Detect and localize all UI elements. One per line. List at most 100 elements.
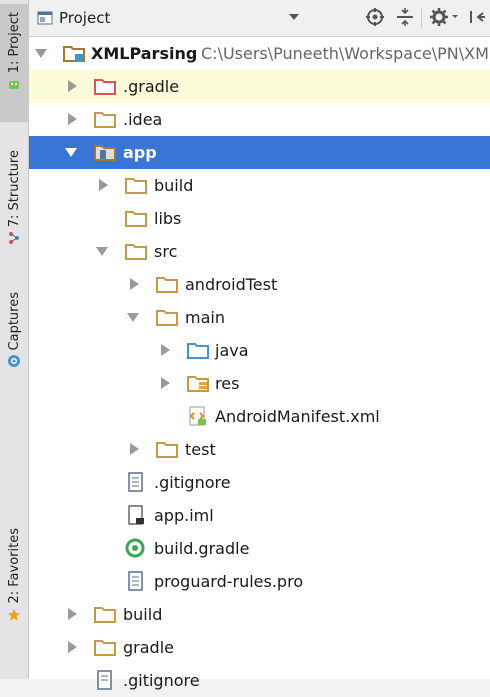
tree-item-label: .gradle xyxy=(123,77,180,96)
text-file-icon xyxy=(128,472,143,492)
module-folder-icon xyxy=(63,46,85,62)
gradle-file-icon xyxy=(125,538,145,558)
tree-row-res[interactable]: res xyxy=(29,367,490,400)
tree-row-main[interactable]: main xyxy=(29,301,490,334)
tree-item-label: .gitignore xyxy=(154,473,231,492)
tree-row-root-gitignore[interactable]: .gitignore xyxy=(29,664,490,697)
tree-item-label: app xyxy=(123,143,157,162)
tree-row-gradle[interactable]: gradle xyxy=(29,631,490,664)
hide-panel-button[interactable] xyxy=(467,7,487,27)
folder-icon xyxy=(125,211,147,227)
tab-favorites-label: 2: Favorites xyxy=(6,528,22,604)
project-panel: Project XMLParsing C:\Users\Puneeth\Work… xyxy=(29,0,490,690)
tree-row-app-iml[interactable]: app.iml xyxy=(29,499,490,532)
structure-icon xyxy=(9,232,19,245)
expand-arrow-icon[interactable] xyxy=(68,608,77,620)
star-icon xyxy=(8,608,20,621)
project-view-icon xyxy=(37,11,53,25)
tree-row-androidtest[interactable]: androidTest xyxy=(29,268,490,301)
tree-row-gradle-dir[interactable]: .gradle xyxy=(29,70,490,103)
view-selector-label: Project xyxy=(59,9,111,27)
tree-item-label: test xyxy=(185,440,216,459)
tab-captures[interactable]: Captures xyxy=(0,292,28,384)
tree-row-build[interactable]: build xyxy=(29,169,490,202)
source-folder-icon xyxy=(187,343,209,359)
expand-arrow-icon[interactable] xyxy=(68,113,77,125)
tool-window-strip: 1: Project 7: Structure Captures 2: Favo… xyxy=(0,0,29,679)
scroll-from-source-button[interactable] xyxy=(365,7,385,27)
tree-row-app[interactable]: app xyxy=(29,136,490,169)
expand-arrow-icon[interactable] xyxy=(130,278,139,290)
project-tree: XMLParsing C:\Users\Puneeth\Workspace\PN… xyxy=(29,37,490,690)
settings-button[interactable] xyxy=(429,7,461,27)
tree-row-libs[interactable]: libs xyxy=(29,202,490,235)
gear-icon xyxy=(430,8,458,26)
tree-item-label: .gitignore xyxy=(123,671,200,690)
folder-icon xyxy=(94,607,116,623)
tree-item-label: proguard-rules.pro xyxy=(154,572,304,591)
tree-item-label: androidTest xyxy=(185,275,278,294)
module-folder-icon xyxy=(94,145,116,161)
tree-row-java[interactable]: java xyxy=(29,334,490,367)
iml-file-icon xyxy=(128,505,144,525)
tree-item-label: gradle xyxy=(123,638,174,657)
xml-file-icon xyxy=(189,406,206,426)
expand-arrow-icon[interactable] xyxy=(161,377,170,389)
expand-arrow-icon[interactable] xyxy=(99,179,108,191)
tree-row-test[interactable]: test xyxy=(29,433,490,466)
expand-arrow-icon[interactable] xyxy=(68,80,77,92)
tree-item-label: build xyxy=(123,605,163,624)
tab-favorites[interactable]: 2: Favorites xyxy=(0,528,28,634)
tab-project[interactable]: 1: Project xyxy=(0,4,28,122)
expand-arrow-icon[interactable] xyxy=(96,247,108,256)
tree-row-root[interactable]: XMLParsing C:\Users\Puneeth\Workspace\PN… xyxy=(29,37,490,70)
folder-icon xyxy=(125,244,147,260)
expand-arrow-icon[interactable] xyxy=(130,443,139,455)
tree-item-label: java xyxy=(215,341,249,360)
folder-icon xyxy=(156,277,178,293)
folder-icon xyxy=(156,442,178,458)
expand-arrow-icon[interactable] xyxy=(35,49,47,58)
tree-item-label: build.gradle xyxy=(154,539,250,558)
tree-item-label: .idea xyxy=(123,110,163,129)
target-icon xyxy=(366,8,384,26)
root-path: C:\Users\Puneeth\Workspace\PN\XM xyxy=(201,44,489,63)
tree-row-idea[interactable]: .idea xyxy=(29,103,490,136)
folder-icon xyxy=(94,112,116,128)
tab-project-label: 1: Project xyxy=(6,12,22,74)
android-icon xyxy=(9,81,19,90)
folder-icon xyxy=(156,310,178,326)
tree-item-label: main xyxy=(185,308,225,327)
tree-row-root-build[interactable]: build xyxy=(29,598,490,631)
view-selector[interactable]: Project xyxy=(37,6,299,30)
tab-structure-label: 7: Structure xyxy=(6,150,22,228)
toolbar-divider xyxy=(421,8,422,28)
tree-item-label: res xyxy=(215,374,240,393)
tree-item-label: build xyxy=(154,176,194,195)
text-file-icon xyxy=(97,670,112,690)
expand-arrow-icon[interactable] xyxy=(161,344,170,356)
expand-arrow-icon[interactable] xyxy=(65,148,77,157)
tree-row-gitignore[interactable]: .gitignore xyxy=(29,466,490,499)
collapse-all-button[interactable] xyxy=(395,7,415,27)
tree-row-src[interactable]: src xyxy=(29,235,490,268)
expand-arrow-icon[interactable] xyxy=(127,313,139,322)
folder-icon xyxy=(94,640,116,656)
tree-item-label: src xyxy=(154,242,178,261)
chevron-down-icon xyxy=(289,14,299,20)
excluded-folder-icon xyxy=(94,79,116,95)
resource-folder-icon xyxy=(187,376,209,392)
folder-icon xyxy=(125,178,147,194)
tree-row-manifest[interactable]: AndroidManifest.xml xyxy=(29,400,490,433)
tree-row-proguard[interactable]: proguard-rules.pro xyxy=(29,565,490,598)
tree-item-label: AndroidManifest.xml xyxy=(215,407,380,426)
hide-icon xyxy=(470,11,485,23)
expand-arrow-icon[interactable] xyxy=(68,641,77,653)
tab-structure[interactable]: 7: Structure xyxy=(0,150,28,260)
text-file-icon xyxy=(128,571,143,591)
root-name: XMLParsing xyxy=(91,44,198,63)
collapse-icon xyxy=(397,8,413,26)
tree-row-build-gradle[interactable]: build.gradle xyxy=(29,532,490,565)
camera-icon xyxy=(8,355,20,368)
tree-item-label: libs xyxy=(154,209,182,228)
